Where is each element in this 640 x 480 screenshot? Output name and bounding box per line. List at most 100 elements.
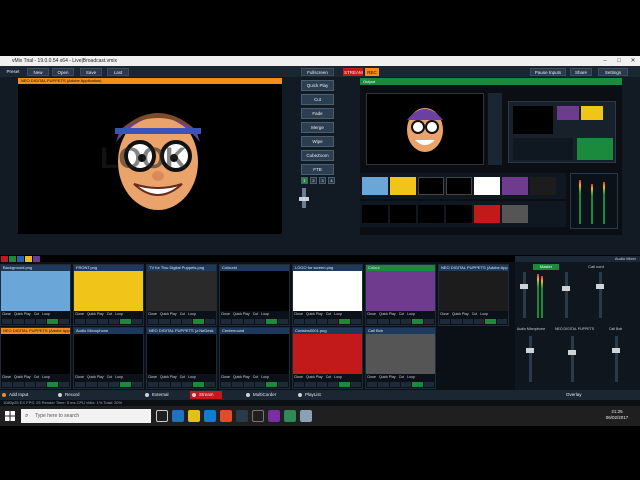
neo-fader-handle[interactable]: [568, 350, 576, 355]
multicorder-button[interactable]: MultiCorder: [244, 391, 284, 399]
input-overlay-button[interactable]: [86, 319, 97, 324]
input-close-button[interactable]: Close: [148, 311, 157, 318]
add-input-button[interactable]: Add Input: [0, 391, 36, 399]
input-card[interactable]: FRONT.png Close Quick Play Cut Loop: [73, 264, 144, 326]
task-view-icon[interactable]: [156, 410, 168, 422]
input-card[interactable]: Audio Microphone Close Quick Play Cut Loop: [73, 327, 144, 389]
input-overlay-button[interactable]: [451, 319, 462, 324]
input-overlay-button[interactable]: [148, 382, 159, 387]
t-bar-handle[interactable]: [299, 197, 309, 201]
input-loop-button[interactable]: Loop: [115, 311, 123, 318]
input-overlay-button[interactable]: [13, 382, 24, 387]
input-overlay-button[interactable]: [254, 382, 266, 387]
input-overlay-button[interactable]: [159, 319, 170, 324]
input-close-button[interactable]: Close: [2, 311, 11, 318]
app-icon[interactable]: [284, 410, 296, 422]
input-loop-button[interactable]: Loop: [42, 311, 50, 318]
external-button[interactable]: External: [143, 391, 175, 399]
settings-button[interactable]: Settings: [598, 68, 628, 76]
input-quick-play-button[interactable]: Quick Play: [233, 311, 250, 318]
input-thumbnail[interactable]: [220, 271, 289, 311]
input-thumbnail[interactable]: [439, 271, 508, 311]
input-close-button[interactable]: Close: [148, 374, 157, 381]
input-cut-button[interactable]: Cut: [34, 311, 39, 318]
save-button[interactable]: Save: [80, 68, 102, 76]
input-overlay-button[interactable]: [58, 382, 69, 387]
input-overlay-button[interactable]: [294, 382, 305, 387]
input-overlay-button[interactable]: [316, 319, 327, 324]
rec-indicator[interactable]: REC: [365, 68, 379, 76]
bob-fader-track[interactable]: [615, 336, 618, 382]
input-overlay-button[interactable]: [108, 382, 120, 387]
overlay-button[interactable]: Overlay: [562, 391, 592, 399]
input-close-button[interactable]: Close: [440, 311, 449, 318]
input-card[interactable]: Curtains0001.png Close Quick Play Cut Loop: [292, 327, 363, 389]
app-icon[interactable]: [252, 410, 264, 422]
input-quick-play-button[interactable]: Quick Play: [379, 311, 396, 318]
input-quick-play-button[interactable]: Quick Play: [87, 311, 104, 318]
input-overlay-button[interactable]: [294, 319, 305, 324]
master-fader-handle[interactable]: [520, 284, 528, 289]
share-button[interactable]: Share: [570, 68, 592, 76]
input-overlay-button[interactable]: [243, 319, 254, 324]
input-quick-play-button[interactable]: Quick Play: [14, 311, 31, 318]
input-thumbnail[interactable]: [74, 334, 143, 374]
input-overlay-button[interactable]: [423, 382, 434, 387]
input-loop-button[interactable]: Loop: [188, 311, 196, 318]
input-cut-button[interactable]: Cut: [107, 374, 112, 381]
input-overlay-button[interactable]: [400, 319, 412, 324]
input-overlay-button[interactable]: [254, 319, 266, 324]
merge-button[interactable]: Merge: [301, 122, 334, 133]
input-overlay-button[interactable]: [277, 382, 288, 387]
input-loop-button[interactable]: Loop: [407, 374, 415, 381]
input-overlay-button[interactable]: [389, 319, 400, 324]
input-loop-button[interactable]: Loop: [115, 374, 123, 381]
call-fader-track[interactable]: [565, 272, 568, 318]
wipe-button[interactable]: Wipe: [301, 136, 334, 147]
input-quick-play-button[interactable]: Quick Play: [452, 311, 469, 318]
input-thumbnail[interactable]: [366, 334, 435, 374]
input-overlay-button[interactable]: [305, 319, 316, 324]
input-overlay-button[interactable]: [378, 319, 389, 324]
open-button[interactable]: Open: [52, 68, 74, 76]
input-quick-play-button[interactable]: Quick Play: [379, 374, 396, 381]
input-card[interactable]: TV for Tivu Digital Puppets.png Close Quic…: [146, 264, 217, 326]
input-overlay-button[interactable]: [47, 382, 58, 387]
input-overlay-button[interactable]: [221, 382, 232, 387]
input-overlay-button[interactable]: [204, 382, 215, 387]
input-thumbnail[interactable]: [74, 271, 143, 311]
input-overlay-button[interactable]: [2, 319, 13, 324]
input-overlay-button[interactable]: [400, 382, 412, 387]
input-close-button[interactable]: Close: [294, 374, 303, 381]
input-overlay-button[interactable]: [232, 319, 243, 324]
input-overlay-button[interactable]: [86, 382, 97, 387]
input-overlay-button[interactable]: [120, 382, 131, 387]
input-overlay-button[interactable]: [496, 319, 507, 324]
edge-icon[interactable]: [172, 410, 184, 422]
input-overlay-button[interactable]: [193, 382, 204, 387]
transition-3-button[interactable]: 3: [319, 177, 326, 184]
preset-button[interactable]: Preset: [2, 68, 24, 76]
mic-fader-handle[interactable]: [526, 348, 534, 353]
output-window[interactable]: [360, 85, 622, 235]
taskbar-clock[interactable]: 21:25 06/02/2017: [602, 409, 632, 421]
close-icon[interactable]: ✕: [626, 56, 640, 66]
input-cut-button[interactable]: Cut: [326, 374, 331, 381]
input-card[interactable]: NEO DIGITAL PUPPETS (Adobe App Close Quick…: [438, 264, 509, 326]
bob-fader-handle[interactable]: [612, 348, 620, 353]
input-loop-button[interactable]: Loop: [334, 374, 342, 381]
input-overlay-button[interactable]: [367, 319, 378, 324]
neo-fader-track[interactable]: [571, 336, 574, 382]
input-cut-button[interactable]: Cut: [107, 311, 112, 318]
input-overlay-button[interactable]: [75, 382, 86, 387]
input-loop-button[interactable]: Loop: [188, 374, 196, 381]
record-button[interactable]: Record: [56, 391, 88, 399]
input-quick-play-button[interactable]: Quick Play: [160, 374, 177, 381]
fullscreen-button[interactable]: Fullscreen: [301, 68, 334, 76]
input-overlay-button[interactable]: [350, 382, 361, 387]
input-overlay-button[interactable]: [181, 382, 193, 387]
file-explorer-icon[interactable]: [188, 410, 200, 422]
windows-start-icon[interactable]: [5, 411, 15, 421]
playlist-button[interactable]: PlayList: [296, 391, 330, 399]
input-close-button[interactable]: Close: [221, 374, 230, 381]
